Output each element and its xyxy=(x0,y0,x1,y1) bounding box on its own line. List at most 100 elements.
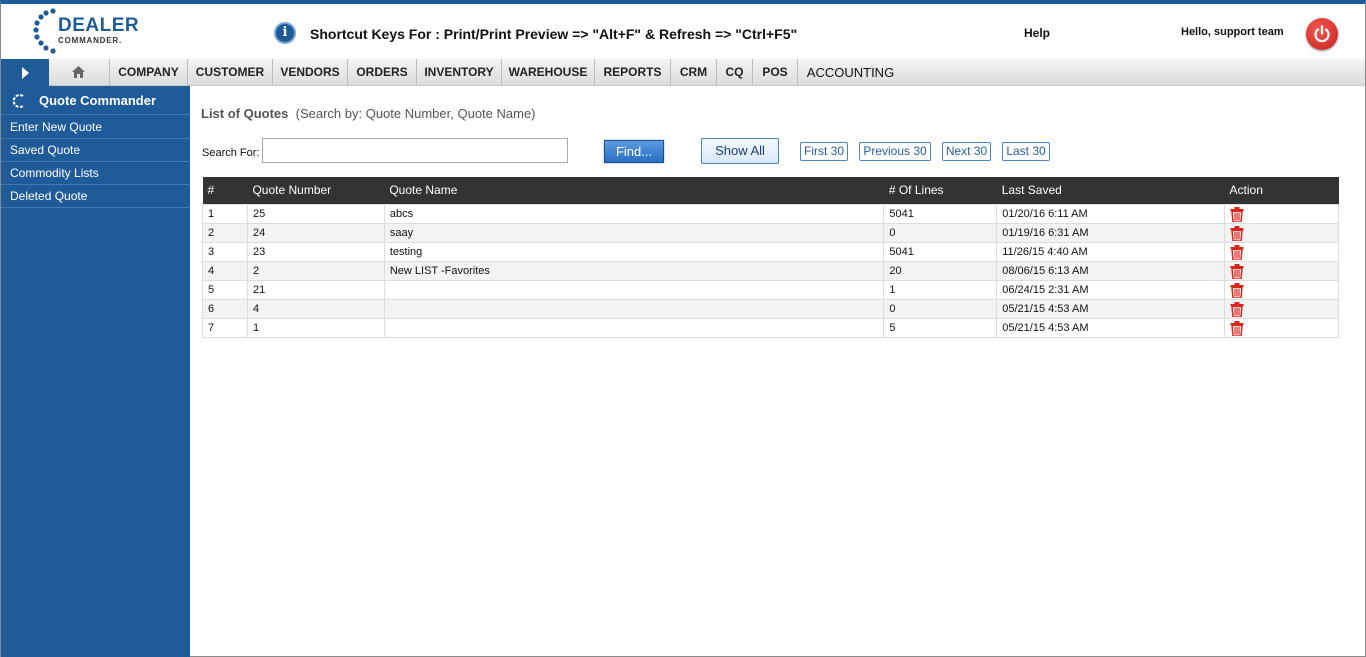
cell-quote-name[interactable] xyxy=(383,279,885,300)
trash-icon[interactable] xyxy=(1230,282,1244,299)
cell-action xyxy=(1224,279,1339,300)
cell-action xyxy=(1224,241,1339,262)
trash-icon[interactable] xyxy=(1230,301,1244,318)
previous-30-button[interactable]: Previous 30 xyxy=(859,142,931,161)
menu-warehouse[interactable]: WAREHOUSE xyxy=(501,59,594,86)
search-input[interactable] xyxy=(262,138,568,163)
menu-customer[interactable]: CUSTOMER xyxy=(187,59,272,86)
table-row[interactable]: 7 1 5 05/21/15 4:53 AM xyxy=(202,317,1339,338)
menu-orders[interactable]: ORDERS xyxy=(347,59,416,86)
cell-quote-number[interactable]: 24 xyxy=(246,222,385,243)
trash-icon[interactable] xyxy=(1230,206,1244,223)
cell-index: 1 xyxy=(202,203,248,224)
menu-accounting[interactable]: ACCOUNTING xyxy=(797,59,903,86)
cell-lines: 5 xyxy=(883,317,998,338)
table-row[interactable]: 2 24 saay 0 01/19/16 6:31 AM xyxy=(202,222,1339,243)
page-subtitle: (Search by: Quote Number, Quote Name) xyxy=(295,106,536,121)
home-icon xyxy=(72,66,85,78)
logo-text-dealer: DEALER xyxy=(58,15,140,36)
home-button[interactable] xyxy=(49,59,109,86)
trash-icon[interactable] xyxy=(1230,225,1244,242)
cell-quote-name[interactable]: testing xyxy=(383,241,885,262)
trash-glyph xyxy=(1230,301,1244,318)
cell-quote-name[interactable]: abcs xyxy=(383,203,885,224)
first-30-button[interactable]: First 30 xyxy=(800,142,848,161)
cell-quote-name[interactable]: saay xyxy=(383,222,885,243)
trash-icon[interactable] xyxy=(1230,263,1244,280)
menu-crm[interactable]: CRM xyxy=(670,59,716,86)
col-header-index: # xyxy=(202,177,248,204)
cell-index: 2 xyxy=(202,222,248,243)
page-title: List of Quotes (Search by: Quote Number,… xyxy=(201,106,536,121)
trash-glyph xyxy=(1230,320,1244,337)
info-icon: i xyxy=(274,22,296,44)
cell-last-saved: 05/21/15 4:53 AM xyxy=(996,317,1226,338)
cell-index: 6 xyxy=(202,298,248,319)
cell-quote-number[interactable]: 21 xyxy=(246,279,385,300)
menu-vendors[interactable]: VENDORS xyxy=(272,59,347,86)
trash-icon[interactable] xyxy=(1230,320,1244,337)
main-menu-bar: COMPANY CUSTOMER VENDORS ORDERS INVENTOR… xyxy=(1,59,1365,86)
sidebar-item-commodity-lists[interactable]: Commodity Lists xyxy=(1,162,190,185)
cell-lines: 0 xyxy=(883,298,998,319)
show-all-button[interactable]: Show All xyxy=(701,138,779,164)
col-header-quote-name[interactable]: Quote Name xyxy=(384,177,884,204)
cell-action xyxy=(1224,203,1339,224)
cell-quote-number[interactable]: 23 xyxy=(246,241,385,262)
menu-cq[interactable]: CQ xyxy=(716,59,752,86)
cell-quote-name[interactable] xyxy=(383,317,885,338)
cell-quote-number[interactable]: 2 xyxy=(246,260,385,281)
cell-quote-name[interactable] xyxy=(383,298,885,319)
cell-action xyxy=(1224,222,1339,243)
table-row[interactable]: 4 2 New LIST -Favorites 20 08/06/15 6:13… xyxy=(202,260,1339,281)
cell-index: 3 xyxy=(202,241,248,262)
sidebar-item-deleted-quote[interactable]: Deleted Quote xyxy=(1,185,190,208)
cell-action xyxy=(1224,260,1339,281)
power-icon[interactable] xyxy=(1306,18,1338,50)
col-header-lines[interactable]: # Of Lines xyxy=(883,177,997,204)
table-row[interactable]: 6 4 0 05/21/15 4:53 AM xyxy=(202,298,1339,319)
cell-last-saved: 01/19/16 6:31 AM xyxy=(996,222,1226,243)
menu-company[interactable]: COMPANY xyxy=(109,59,187,86)
cell-last-saved: 05/21/15 4:53 AM xyxy=(996,298,1226,319)
cell-action xyxy=(1224,298,1339,319)
sidebar-item-enter-new-quote[interactable]: Enter New Quote xyxy=(1,116,190,139)
cell-lines: 20 xyxy=(883,260,998,281)
menu-inventory[interactable]: INVENTORY xyxy=(416,59,501,86)
find-button[interactable]: Find... xyxy=(604,140,664,163)
last-30-button[interactable]: Last 30 xyxy=(1002,142,1050,161)
next-30-button[interactable]: Next 30 xyxy=(942,142,991,161)
cell-quote-name[interactable]: New LIST -Favorites xyxy=(383,260,885,281)
trash-glyph xyxy=(1230,206,1244,223)
play-arrow-icon xyxy=(22,67,29,79)
cell-last-saved: 06/24/15 2:31 AM xyxy=(996,279,1226,300)
cell-index: 4 xyxy=(202,260,248,281)
col-header-last-saved[interactable]: Last Saved xyxy=(996,177,1225,204)
col-header-action: Action xyxy=(1224,177,1339,204)
help-link[interactable]: Help xyxy=(1024,26,1050,40)
cell-quote-number[interactable]: 4 xyxy=(246,298,385,319)
cell-quote-number[interactable]: 1 xyxy=(246,317,385,338)
cell-lines: 5041 xyxy=(883,241,998,262)
col-header-quote-number[interactable]: Quote Number xyxy=(247,177,385,204)
cell-index: 7 xyxy=(202,317,248,338)
dealer-commander-logo[interactable]: DEALER COMMANDER. xyxy=(31,6,141,56)
cell-last-saved: 11/26/15 4:40 AM xyxy=(996,241,1226,262)
sidebar-item-saved-quote[interactable]: Saved Quote xyxy=(1,139,190,162)
cell-quote-number[interactable]: 25 xyxy=(246,203,385,224)
table-row[interactable]: 5 21 1 06/24/15 2:31 AM xyxy=(202,279,1339,300)
quotes-table: # Quote Number Quote Name # Of Lines Las… xyxy=(202,177,1339,338)
menu-pos[interactable]: POS xyxy=(752,59,797,86)
menu-reports[interactable]: REPORTS xyxy=(594,59,670,86)
trash-icon[interactable] xyxy=(1230,244,1244,261)
table-row[interactable]: 1 25 abcs 5041 01/20/16 6:11 AM xyxy=(202,203,1339,224)
trash-glyph xyxy=(1230,244,1244,261)
cell-last-saved: 01/20/16 6:11 AM xyxy=(996,203,1226,224)
sidebar: Quote Commander Enter New Quote Saved Qu… xyxy=(1,86,190,657)
table-row[interactable]: 3 23 testing 5041 11/26/15 4:40 AM xyxy=(202,241,1339,262)
trash-glyph xyxy=(1230,282,1244,299)
power-symbol xyxy=(1314,25,1330,43)
sidebar-toggle-button[interactable] xyxy=(1,59,49,86)
search-label: Search For: xyxy=(202,147,260,159)
sidebar-title: Quote Commander xyxy=(1,86,190,115)
